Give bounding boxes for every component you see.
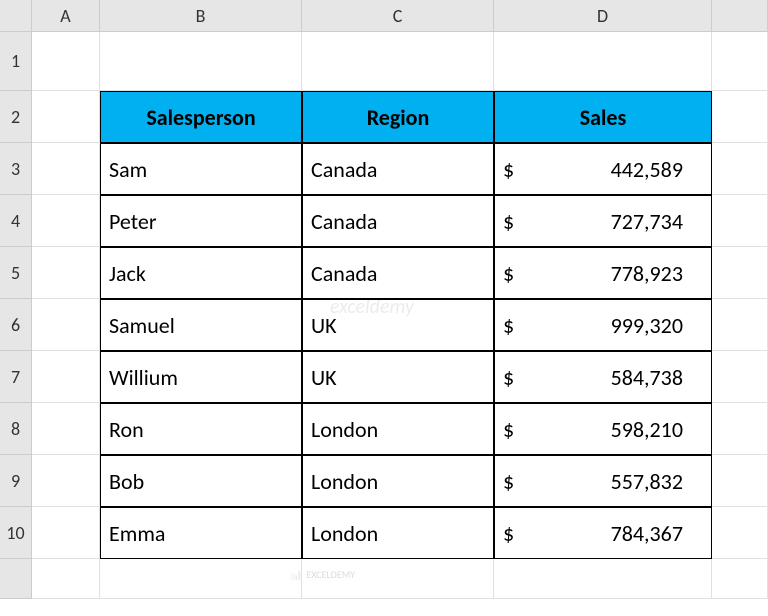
- currency-symbol: $: [503, 468, 514, 495]
- row-header-10[interactable]: 10: [0, 507, 32, 559]
- cell-c6[interactable]: UK: [302, 299, 494, 351]
- cell-d8[interactable]: $598,210: [494, 403, 712, 455]
- col-header-extra[interactable]: [712, 0, 768, 32]
- cell-c7[interactable]: UK: [302, 351, 494, 403]
- cell-c5[interactable]: Canada: [302, 247, 494, 299]
- cell-c8[interactable]: London: [302, 403, 494, 455]
- cell-e2[interactable]: [712, 91, 768, 143]
- cell-a8[interactable]: [32, 403, 100, 455]
- cell-c-extra[interactable]: [302, 559, 494, 599]
- sales-value: 598,210: [611, 416, 703, 443]
- cell-e4[interactable]: [712, 195, 768, 247]
- cell-e5[interactable]: [712, 247, 768, 299]
- row-header-extra[interactable]: [0, 559, 32, 599]
- cell-b9[interactable]: Bob: [100, 455, 302, 507]
- cell-a-extra[interactable]: [32, 559, 100, 599]
- sales-value: 557,832: [611, 468, 703, 495]
- col-header-b[interactable]: B: [100, 0, 302, 32]
- cell-d3[interactable]: $442,589: [494, 143, 712, 195]
- table-header-salesperson[interactable]: Salesperson: [100, 91, 302, 143]
- cell-a7[interactable]: [32, 351, 100, 403]
- cell-e7[interactable]: [712, 351, 768, 403]
- cell-b8[interactable]: Ron: [100, 403, 302, 455]
- cell-e8[interactable]: [712, 403, 768, 455]
- cell-b3[interactable]: Sam: [100, 143, 302, 195]
- cell-a6[interactable]: [32, 299, 100, 351]
- cell-c1[interactable]: [302, 32, 494, 91]
- currency-symbol: $: [503, 312, 514, 339]
- table-header-sales[interactable]: Sales: [494, 91, 712, 143]
- cell-e-extra[interactable]: [712, 559, 768, 599]
- sales-value: 727,734: [611, 208, 703, 235]
- sales-value: 584,738: [611, 364, 703, 391]
- cell-a10[interactable]: [32, 507, 100, 559]
- sales-value: 442,589: [611, 156, 703, 183]
- row-header-9[interactable]: 9: [0, 455, 32, 507]
- cell-b1[interactable]: [100, 32, 302, 91]
- col-header-d[interactable]: D: [494, 0, 712, 32]
- currency-symbol: $: [503, 260, 514, 287]
- cell-d4[interactable]: $727,734: [494, 195, 712, 247]
- cell-d-extra[interactable]: [494, 559, 712, 599]
- row-header-6[interactable]: 6: [0, 299, 32, 351]
- row-header-3[interactable]: 3: [0, 143, 32, 195]
- col-header-c[interactable]: C: [302, 0, 494, 32]
- cell-a3[interactable]: [32, 143, 100, 195]
- cell-e6[interactable]: [712, 299, 768, 351]
- row-header-2[interactable]: 2: [0, 91, 32, 143]
- cell-e1[interactable]: [712, 32, 768, 91]
- cell-e10[interactable]: [712, 507, 768, 559]
- cell-d1[interactable]: [494, 32, 712, 91]
- sales-value: 999,320: [611, 312, 703, 339]
- currency-symbol: $: [503, 416, 514, 443]
- row-header-8[interactable]: 8: [0, 403, 32, 455]
- cell-b5[interactable]: Jack: [100, 247, 302, 299]
- select-all-corner[interactable]: [0, 0, 32, 32]
- cell-c9[interactable]: London: [302, 455, 494, 507]
- cell-c10[interactable]: London: [302, 507, 494, 559]
- currency-symbol: $: [503, 364, 514, 391]
- cell-e3[interactable]: [712, 143, 768, 195]
- cell-c3[interactable]: Canada: [302, 143, 494, 195]
- cell-d9[interactable]: $557,832: [494, 455, 712, 507]
- sales-value: 778,923: [611, 260, 703, 287]
- cell-a5[interactable]: [32, 247, 100, 299]
- col-header-a[interactable]: A: [32, 0, 100, 32]
- cell-a4[interactable]: [32, 195, 100, 247]
- cell-a2[interactable]: [32, 91, 100, 143]
- row-header-1[interactable]: 1: [0, 32, 32, 91]
- cell-e9[interactable]: [712, 455, 768, 507]
- cell-b-extra[interactable]: [100, 559, 302, 599]
- currency-symbol: $: [503, 520, 514, 547]
- spreadsheet-grid: A B C D 1 2 Salesperson Region Sales 3 S…: [0, 0, 768, 599]
- cell-d7[interactable]: $584,738: [494, 351, 712, 403]
- table-header-region[interactable]: Region: [302, 91, 494, 143]
- cell-b4[interactable]: Peter: [100, 195, 302, 247]
- cell-b6[interactable]: Samuel: [100, 299, 302, 351]
- sales-value: 784,367: [611, 520, 703, 547]
- cell-c4[interactable]: Canada: [302, 195, 494, 247]
- row-header-7[interactable]: 7: [0, 351, 32, 403]
- currency-symbol: $: [503, 208, 514, 235]
- cell-a1[interactable]: [32, 32, 100, 91]
- row-header-4[interactable]: 4: [0, 195, 32, 247]
- row-header-5[interactable]: 5: [0, 247, 32, 299]
- cell-d10[interactable]: $784,367: [494, 507, 712, 559]
- cell-b10[interactable]: Emma: [100, 507, 302, 559]
- cell-a9[interactable]: [32, 455, 100, 507]
- cell-b7[interactable]: Willium: [100, 351, 302, 403]
- cell-d5[interactable]: $778,923: [494, 247, 712, 299]
- currency-symbol: $: [503, 156, 514, 183]
- cell-d6[interactable]: $999,320: [494, 299, 712, 351]
